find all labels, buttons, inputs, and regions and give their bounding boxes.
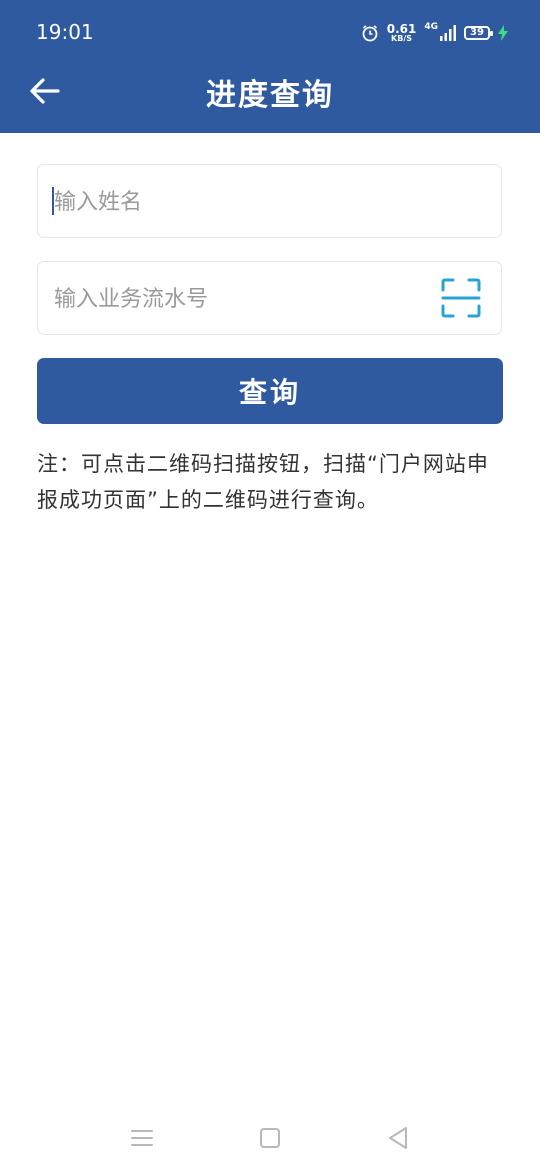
alarm-icon (362, 25, 378, 42)
instruction-note: 注：可点击二维码扫描按钮，扫描“门户网站申报成功页面”上的二维码进行查询。 (37, 452, 489, 512)
name-field[interactable] (37, 164, 502, 239)
back-triangle-icon[interactable] (384, 1124, 412, 1152)
home-square-icon[interactable] (256, 1124, 284, 1152)
status-bar: 19:01 0.61 KB/S 4G 39 (0, 0, 540, 64)
qr-scan-icon[interactable] (441, 278, 481, 318)
page-title: 进度查询 (206, 78, 334, 113)
network-speed-unit: KB/S (391, 34, 413, 43)
status-icons: 0.61 KB/S 4G 39 (361, 18, 508, 48)
system-navigation-bar (0, 1110, 540, 1170)
name-input[interactable] (52, 165, 436, 239)
battery-indicator: 39 (464, 26, 493, 40)
app-bar: 19:01 0.61 KB/S 4G 39 进度查询 (0, 0, 540, 133)
signal-bars-icon (440, 25, 456, 41)
cellular-signal: 4G (424, 22, 456, 41)
menu-icon[interactable] (128, 1124, 156, 1152)
query-button[interactable]: 查询 (37, 358, 503, 424)
charging-icon (498, 25, 508, 41)
status-time: 19:01 (36, 20, 94, 44)
serial-number-field[interactable] (37, 261, 502, 336)
serial-number-input[interactable] (52, 262, 436, 336)
network-type-label: 4G (424, 22, 438, 32)
network-speed: 0.61 KB/S (387, 23, 417, 43)
